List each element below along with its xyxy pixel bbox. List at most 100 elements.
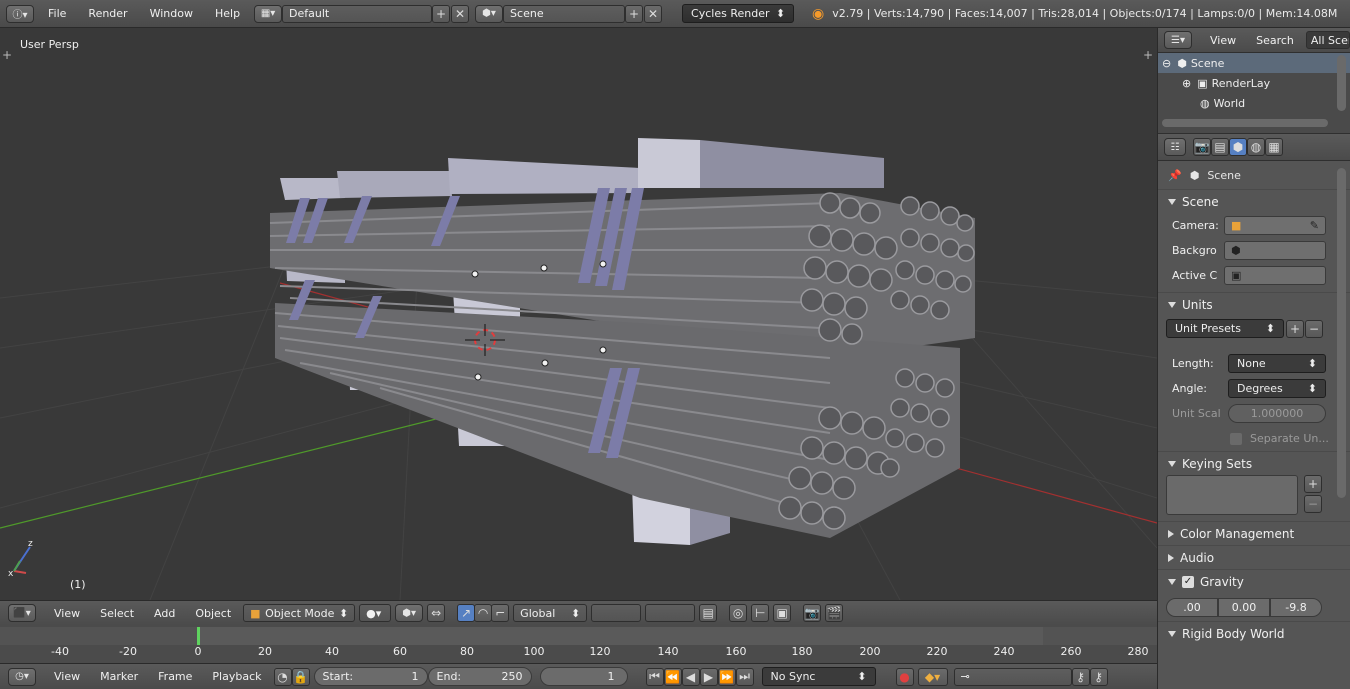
layer-lock-icon[interactable]: ▤ [699,604,718,622]
record-icon[interactable]: ● [895,667,914,686]
screen-layout-icon[interactable]: ▦▾ [254,4,283,23]
manipulator-scale-icon[interactable]: ⌐ [491,604,510,622]
eyedropper-icon[interactable]: ✎ [1310,219,1319,232]
sync-mode-dropdown[interactable]: No Sync ⬍ [761,667,876,686]
gravity-x-field[interactable]: .00 [1166,597,1218,617]
keying-sets-list[interactable] [1166,475,1298,515]
manipulator-translate-icon[interactable]: ↗ [457,604,476,622]
remove-keying-set-button[interactable]: − [1304,495,1322,513]
interaction-mode-dropdown[interactable]: ■ Object Mode ⬍ [243,604,356,622]
panel-rigid-body-world-header[interactable]: Rigid Body World [1158,621,1350,645]
preview-range-icon[interactable]: ◔ [273,667,292,686]
editor-type-timeline-icon[interactable]: ◷▾ [8,667,36,686]
jump-end-icon[interactable]: ⏭ [735,667,754,686]
render-tab-icon[interactable]: 📷 [1193,138,1211,156]
remove-preset-button[interactable]: − [1305,319,1323,338]
outliner-row-world[interactable]: ◍ World [1158,93,1350,113]
3d-viewport[interactable]: z x + + User Persp (1) [0,28,1157,600]
remove-scene-button[interactable]: ✕ [644,4,663,23]
region-toggle-left-icon[interactable]: + [2,48,12,62]
remove-layout-button[interactable]: ✕ [451,4,470,23]
menu-window[interactable]: Window [142,7,201,20]
outliner-row-scene[interactable]: ⊖ ⬢ Scene [1158,53,1350,73]
menu-playback[interactable]: Playback [204,670,269,683]
menu-marker[interactable]: Marker [92,670,146,683]
keying-set-field[interactable]: ⊸ [953,667,1072,686]
editor-type-3d-icon[interactable]: ⬛▾ [8,604,36,622]
add-layout-button[interactable]: + [432,4,451,23]
keyframe-type-icon[interactable]: ◆▾ [917,667,948,686]
add-keying-set-button[interactable]: + [1304,475,1322,493]
insert-keyframe-icon[interactable]: ⚷ [1071,667,1090,686]
panel-color-management-header[interactable]: Color Management [1158,521,1350,545]
menu-select[interactable]: Select [92,607,142,620]
current-frame-field[interactable]: 1 [539,667,628,686]
background-scene-field[interactable]: ⬢ [1224,241,1326,260]
gravity-y-field[interactable]: 0.00 [1218,597,1270,617]
menu-file[interactable]: File [40,7,74,20]
snap-target-icon[interactable]: ▣ [773,604,792,622]
outliner-menu-search[interactable]: Search [1248,34,1302,47]
layers-grid-a[interactable] [591,604,642,622]
opengl-render-icon[interactable]: 📷 [803,604,822,622]
jump-next-keyframe-icon[interactable]: ⏩ [717,667,736,686]
start-frame-field[interactable]: Start: 1 [313,667,428,686]
active-clip-field[interactable]: ▣ [1224,266,1326,285]
world-tab-icon[interactable]: ◍ [1247,138,1265,156]
collapse-icon[interactable]: ⊖ [1162,57,1171,70]
panel-audio-header[interactable]: Audio [1158,545,1350,569]
panel-gravity-header[interactable]: ✓ Gravity [1158,569,1350,593]
proportional-edit-icon[interactable]: ◎ [729,604,748,622]
texture-tab-icon[interactable]: ▦ [1265,138,1283,156]
add-preset-button[interactable]: + [1286,319,1304,338]
play-icon[interactable]: ▶ [699,667,718,686]
editor-type-properties-icon[interactable]: ☷ [1164,138,1186,156]
angle-unit-dropdown[interactable]: Degrees ⬍ [1228,379,1326,398]
play-reverse-icon[interactable]: ◀ [681,667,700,686]
delete-keyframe-icon[interactable]: ⚷ [1089,667,1108,686]
expand-icon[interactable]: ⊕ [1182,77,1191,90]
panel-units-header[interactable]: Units [1158,292,1350,316]
transform-orientation-dropdown[interactable]: Global ⬍ [513,604,588,622]
menu-view[interactable]: View [46,670,88,683]
outliner-horizontal-scrollbar[interactable] [1162,119,1328,127]
pin-icon[interactable]: 📌 [1168,169,1182,182]
outliner-display-mode[interactable]: All Scen [1305,31,1350,49]
timeline-playhead[interactable] [197,627,200,645]
menu-help[interactable]: Help [207,7,248,20]
render-engine-dropdown[interactable]: Cycles Render ⬍ [682,4,795,23]
gravity-z-field[interactable]: -9.8 [1270,597,1322,617]
outliner-menu-view[interactable]: View [1202,34,1244,47]
length-unit-dropdown[interactable]: None ⬍ [1228,354,1326,373]
menu-render[interactable]: Render [80,7,135,20]
end-frame-field[interactable]: End: 250 [427,667,532,686]
region-toggle-right-icon[interactable]: + [1143,48,1153,62]
panel-scene-header[interactable]: Scene [1158,189,1350,213]
jump-prev-keyframe-icon[interactable]: ⏪ [663,667,682,686]
scene-tab-icon[interactable]: ⬢ [1229,138,1247,156]
pivot-point-icon[interactable]: ⬢▾ [395,604,424,622]
gravity-checkbox[interactable]: ✓ [1182,575,1194,588]
properties-scrollbar[interactable] [1337,168,1346,498]
panel-keying-sets-header[interactable]: Keying Sets [1158,451,1350,475]
jump-start-icon[interactable]: ⏮ [645,667,664,686]
opengl-animation-icon[interactable]: 🎬 [825,604,844,622]
editor-type-outliner-icon[interactable]: ☰▾ [1164,31,1192,49]
manipulator-rotate-icon[interactable]: ◠ [474,604,493,622]
render-layers-tab-icon[interactable]: ▤ [1211,138,1229,156]
menu-view[interactable]: View [46,607,88,620]
lock-icon[interactable]: 🔒 [291,667,310,686]
snap-icon[interactable]: ⊢ [751,604,770,622]
menu-frame[interactable]: Frame [150,670,200,683]
editor-type-info-icon[interactable]: ⓘ▾ [6,4,34,23]
viewport-shading-dropdown[interactable]: ●▾ [359,604,392,622]
unit-presets-dropdown[interactable]: Unit Presets ⬍ [1166,319,1284,338]
add-scene-button[interactable]: + [625,4,644,23]
layout-name-field[interactable]: Default [282,4,433,23]
menu-add[interactable]: Add [146,607,183,620]
timeline-scrubber[interactable]: -40 -20 0 20 40 60 80 100 120 140 160 18… [0,625,1157,663]
layers-grid-b[interactable] [645,604,696,622]
camera-field[interactable]: ■ ✎ [1224,216,1326,235]
scene-selector-icon[interactable]: ⬢▾ [475,4,504,23]
outliner-row-renderlayers[interactable]: ⊕ ▣ RenderLay [1158,73,1350,93]
